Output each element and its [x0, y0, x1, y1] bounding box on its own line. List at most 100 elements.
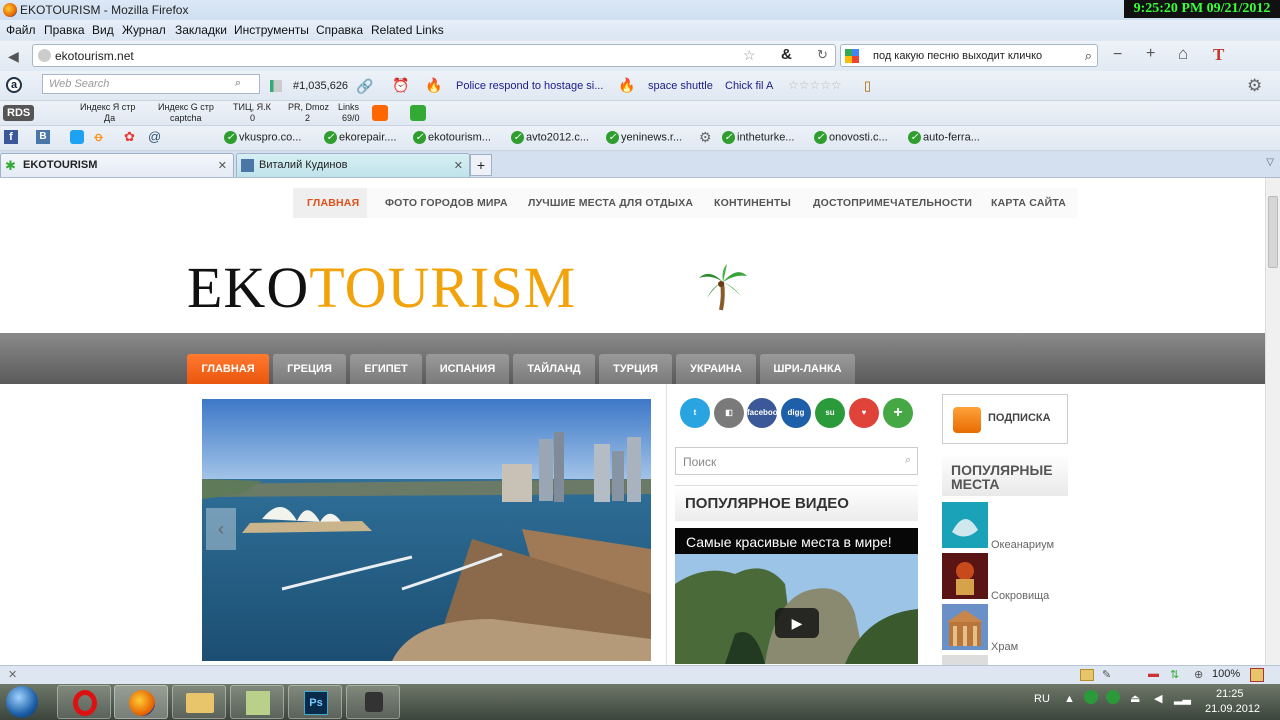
flag-icon[interactable]: ▬	[1148, 668, 1159, 680]
vk-icon[interactable]: B	[36, 130, 50, 144]
menu-related-links[interactable]: Related Links	[371, 23, 444, 37]
topnav-best-places[interactable]: ЛУЧШИЕ МЕСТА ДЛЯ ОТДЫХА	[528, 197, 693, 209]
facebook-share-icon[interactable]: facebook	[747, 398, 782, 428]
search-icon[interactable]: ⌕	[905, 454, 911, 467]
search-bar[interactable]: под какую песню выходит кличко ⌕	[840, 44, 1098, 67]
minus-icon[interactable]: −	[1113, 46, 1122, 64]
home-icon[interactable]: ⌂	[1178, 44, 1188, 64]
place-treasures[interactable]: Сокровища	[991, 590, 1049, 602]
digg-share-icon[interactable]: digg	[781, 398, 811, 428]
menu-history[interactable]: Журнал	[122, 23, 166, 37]
close-addon-bar-icon[interactable]: ✕	[8, 668, 17, 681]
page-scrollbar[interactable]	[1265, 178, 1280, 665]
web-search-input[interactable]: Web Search ⌕	[42, 74, 260, 94]
cat-egypt[interactable]: ЕГИПЕТ	[350, 354, 422, 384]
site-logo[interactable]: EKOTOURISM	[187, 258, 576, 318]
cat-srilanka[interactable]: ШРИ-ЛАНКА	[760, 354, 855, 384]
utorrent-icon[interactable]	[1084, 690, 1098, 704]
taskbar-opera[interactable]	[57, 685, 111, 719]
gear-icon[interactable]: ⚙	[699, 129, 712, 146]
language-indicator[interactable]: RU	[1034, 693, 1050, 705]
tray-expand-icon[interactable]: ▲	[1064, 693, 1075, 705]
play-icon[interactable]: ▶	[775, 608, 819, 638]
cat-thailand[interactable]: ТАЙЛАНД	[513, 354, 595, 384]
place-temple[interactable]: Храм	[991, 641, 1018, 653]
place-oceanarium[interactable]: Океанариум	[991, 539, 1054, 551]
news-item-2[interactable]: space shuttle	[648, 80, 713, 92]
scrollbar-thumb[interactable]	[1268, 196, 1278, 268]
rds-button[interactable]: RDS	[3, 105, 35, 121]
menu-tools[interactable]: Инструменты	[234, 23, 309, 37]
menu-file[interactable]: Файл	[6, 23, 36, 37]
rating-stars-icon[interactable]: ☆☆☆☆☆	[788, 78, 842, 92]
twitter-icon[interactable]	[70, 130, 84, 144]
menu-help[interactable]: Справка	[316, 23, 363, 37]
menu-edit[interactable]: Правка	[44, 23, 85, 37]
bookmark-4[interactable]: ✓ avto2012.c...	[511, 131, 589, 144]
reload-icon[interactable]: ↻	[817, 47, 828, 63]
odnoklassniki-icon[interactable]: ꝋ	[94, 129, 103, 145]
translate-icon[interactable]: T	[1213, 45, 1224, 65]
slider-image-sydney[interactable]	[202, 399, 651, 661]
facebook-icon[interactable]: f	[4, 130, 18, 144]
site-identity-icon[interactable]	[38, 49, 51, 62]
add-more-icon[interactable]: +	[883, 398, 913, 428]
fire-icon[interactable]: 🔥	[425, 77, 442, 94]
temple-thumbnail[interactable]	[942, 604, 988, 650]
signal-icon[interactable]: ▂▃	[1174, 692, 1191, 705]
favorite-heart-icon[interactable]: ♥	[849, 398, 879, 428]
bookmark-3[interactable]: ✓ ekotourism...	[413, 131, 491, 144]
addon-icon[interactable]	[1080, 669, 1094, 681]
orange-tool-icon[interactable]	[372, 105, 388, 121]
next-thumbnail[interactable]	[942, 655, 988, 665]
slider-prev-arrow-icon[interactable]: ‹	[206, 508, 236, 550]
url-bar[interactable]: ekotourism.net ☆ & ↻	[32, 44, 836, 67]
stumbleupon-share-icon[interactable]: su	[815, 398, 845, 428]
search-icon[interactable]: ⌕	[1085, 48, 1092, 64]
alarm-icon[interactable]: ⏰	[392, 77, 409, 94]
plus-icon[interactable]: +	[1146, 45, 1155, 63]
settings-gear-icon[interactable]: ⚙	[1247, 76, 1262, 96]
cat-greece[interactable]: ГРЕЦИЯ	[273, 354, 346, 384]
menu-bookmarks[interactable]: Закладки	[175, 23, 227, 37]
bookmark-6[interactable]: ✓ intheturke...	[722, 131, 794, 144]
magnifier-icon[interactable]: ⌕	[235, 77, 241, 90]
network-icon[interactable]: ⇅	[1170, 668, 1179, 681]
topnav-sights[interactable]: ДОСТОПРИМЕЧАТЕЛЬНОСТИ	[813, 197, 972, 209]
tab-close-icon[interactable]: ✕	[218, 159, 227, 172]
cat-home[interactable]: ГЛАВНАЯ	[187, 354, 269, 384]
usb-icon[interactable]: ⏏	[1130, 692, 1140, 705]
bookmark-7[interactable]: ✓ onovosti.c...	[814, 131, 888, 144]
cat-turkey[interactable]: ТУРЦИЯ	[599, 354, 672, 384]
taskbar-camera[interactable]	[346, 685, 400, 719]
cat-spain[interactable]: ИСПАНИЯ	[426, 354, 509, 384]
sync-icon[interactable]	[1106, 690, 1120, 704]
tray-time[interactable]: 21:25	[1216, 688, 1244, 700]
bookmark-star-icon[interactable]: ☆	[743, 47, 756, 64]
topnav-continents[interactable]: КОНТИНЕНТЫ	[714, 197, 791, 209]
green-tool-icon[interactable]	[410, 105, 426, 121]
subscribe-button[interactable]: ПОДПИСКА	[942, 394, 1068, 444]
taskbar-explorer[interactable]	[172, 685, 226, 719]
volume-icon[interactable]: ◀	[1154, 692, 1162, 705]
topnav-city-photos[interactable]: ФОТО ГОРОДОВ МИРА	[385, 197, 508, 209]
news-item-3[interactable]: Chick fil A	[725, 80, 773, 92]
mail-at-icon[interactable]: @	[148, 129, 161, 144]
bookmark-2[interactable]: ✓ ekorepair....	[324, 131, 396, 144]
taskbar-firefox[interactable]	[114, 685, 168, 719]
google-icon[interactable]	[845, 49, 859, 63]
new-tab-button[interactable]: +	[470, 154, 492, 176]
notes-icon[interactable]: ▯	[864, 78, 871, 94]
ask-icon[interactable]: a	[6, 77, 22, 93]
topnav-home[interactable]: ГЛАВНАЯ	[307, 197, 359, 209]
cat-ukraine[interactable]: УКРАИНА	[676, 354, 756, 384]
twitter-share-icon[interactable]: t	[680, 398, 710, 428]
site-search-input[interactable]: Поиск ⌕	[675, 447, 918, 475]
bookmark-8[interactable]: ✓ auto-ferra...	[908, 131, 980, 144]
news-item-1[interactable]: Police respond to hostage si...	[456, 80, 603, 92]
link-icon[interactable]: 🔗	[356, 78, 373, 95]
taskbar-photoshop[interactable]: Ps	[288, 685, 342, 719]
video-player[interactable]: Самые красивые места в мире! ▶	[675, 528, 918, 664]
delicious-share-icon[interactable]: ◧	[714, 398, 744, 428]
pen-icon[interactable]: ✎	[1102, 668, 1111, 681]
